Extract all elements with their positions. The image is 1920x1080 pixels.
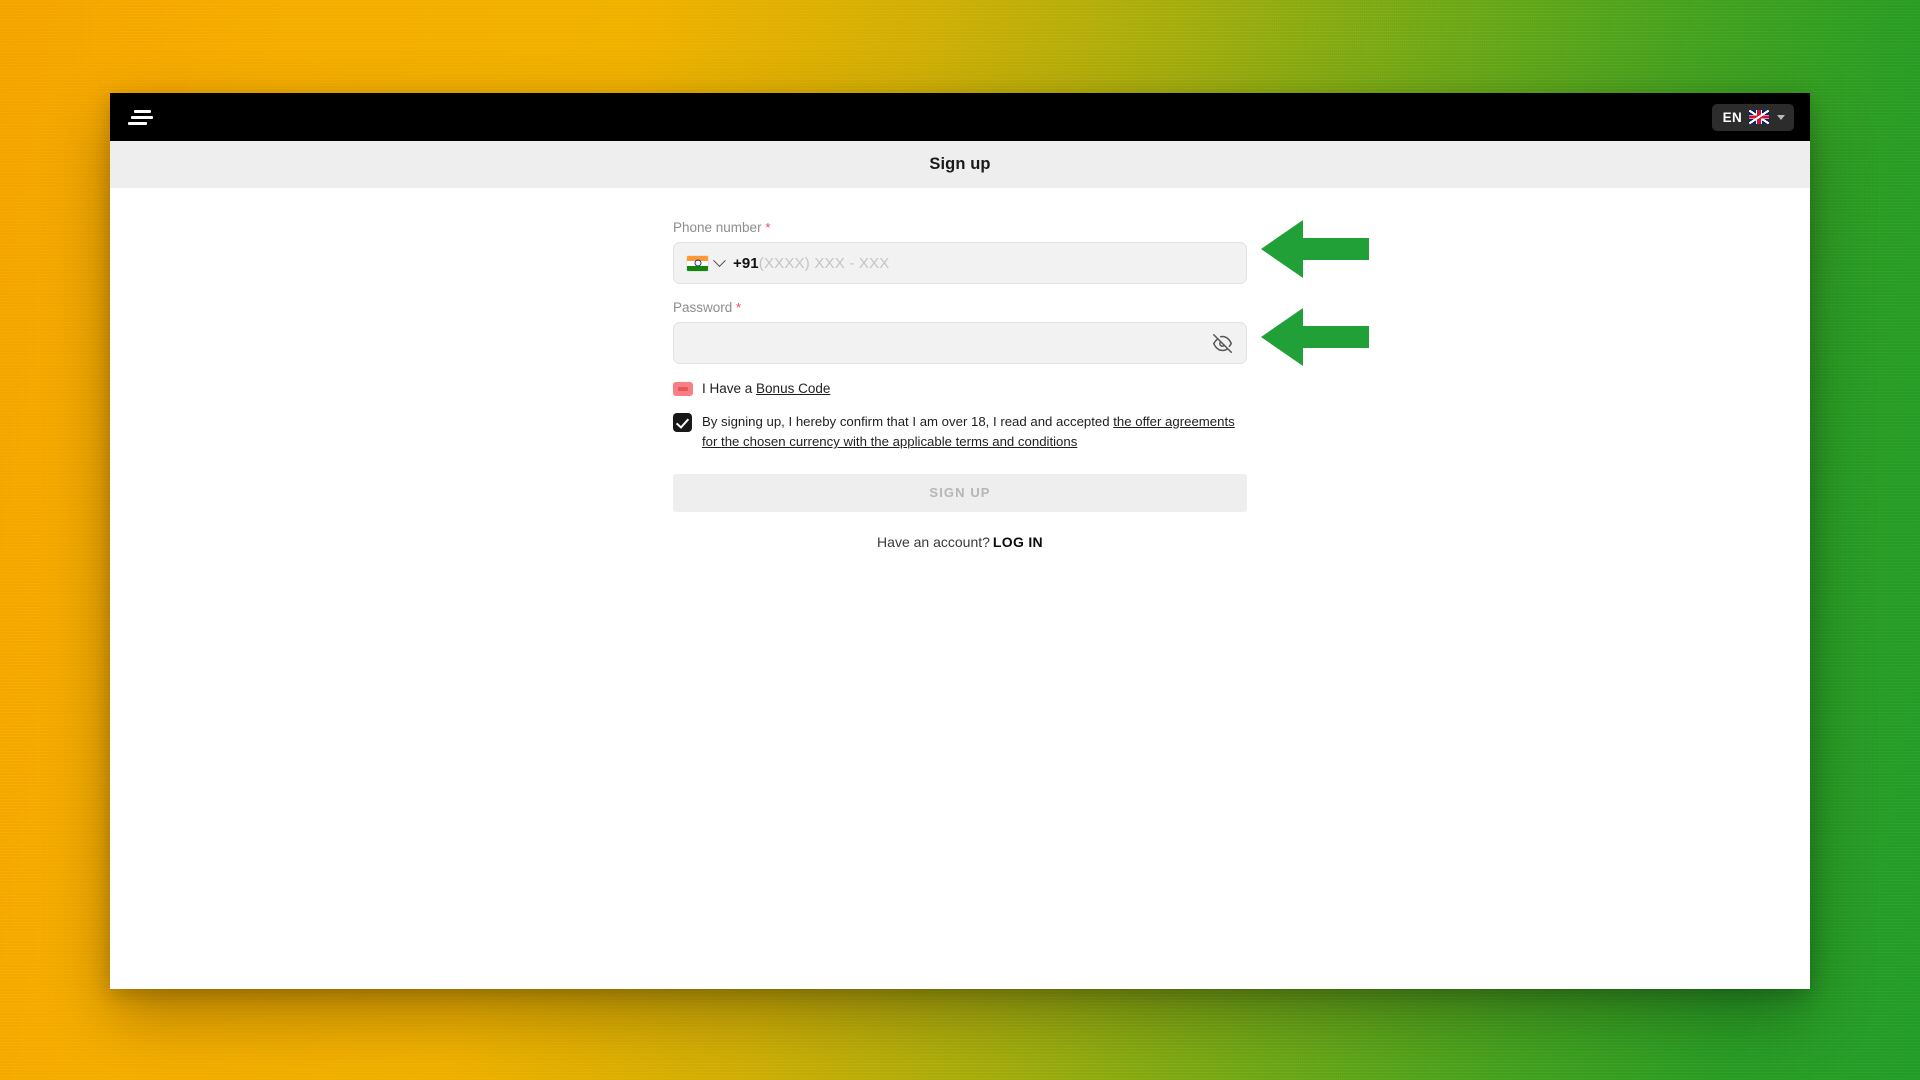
top-toolbar: EN <box>110 93 1810 141</box>
terms-text: By signing up, I hereby confirm that I a… <box>702 412 1247 453</box>
signup-button[interactable]: SIGN UP <box>673 473 1247 512</box>
password-label-text: Password <box>673 300 733 315</box>
hamburger-bar-3 <box>128 121 147 125</box>
phone-number-label-text: Phone number <box>673 220 762 235</box>
phone-number-field-block: Phone number * +91 (XXXX) XXX - XXX <box>673 220 1247 284</box>
eye-off-icon[interactable] <box>1212 333 1233 354</box>
phone-required-asterisk: * <box>765 220 771 235</box>
country-chevron-down-icon[interactable] <box>713 253 726 267</box>
dial-code: +91 <box>733 254 759 272</box>
terms-row: By signing up, I hereby confirm that I a… <box>673 412 1247 453</box>
login-link[interactable]: LOG IN <box>993 534 1043 550</box>
phone-number-label: Phone number * <box>673 220 1247 235</box>
password-label: Password * <box>673 300 1247 315</box>
page-title-bar: Sign up <box>110 141 1810 188</box>
bonus-code-text: I Have a Bonus Code <box>702 381 830 396</box>
desktop-backdrop: EN Sign up Phone number * +91 (XXXX) XXX… <box>0 0 1920 1080</box>
language-code: EN <box>1722 109 1742 125</box>
phone-number-placeholder: (XXXX) XXX - XXX <box>758 254 890 272</box>
hamburger-menu-icon[interactable] <box>128 108 154 126</box>
bonus-code-link[interactable]: Bonus Code <box>756 381 830 396</box>
phone-number-input[interactable]: +91 (XXXX) XXX - XXX <box>673 242 1247 284</box>
password-input[interactable] <box>673 322 1247 364</box>
hamburger-bar-1 <box>134 109 151 113</box>
browser-window: EN Sign up Phone number * +91 (XXXX) XXX… <box>110 93 1810 989</box>
login-prompt-text: Have an account? <box>877 533 990 550</box>
uk-flag-red-cross <box>1749 110 1769 124</box>
india-flag-icon <box>687 255 708 271</box>
language-selector[interactable]: EN <box>1711 103 1794 131</box>
bonus-code-row[interactable]: I Have a Bonus Code <box>673 381 1247 396</box>
bonus-code-prefix: I Have a <box>702 381 753 396</box>
password-required-asterisk: * <box>736 300 742 315</box>
terms-text-prefix: By signing up, I hereby confirm that I a… <box>702 414 1110 429</box>
uk-flag-icon <box>1749 110 1769 124</box>
page-content: Phone number * +91 (XXXX) XXX - XXX Pass… <box>110 188 1810 989</box>
ticket-icon[interactable] <box>673 381 693 396</box>
hamburger-bar-2 <box>131 115 153 119</box>
page-title: Sign up <box>929 155 991 173</box>
chevron-down-icon <box>1777 114 1785 120</box>
login-prompt-row: Have an account? LOG IN <box>673 534 1247 550</box>
terms-checkbox[interactable] <box>673 413 692 432</box>
signup-form: Phone number * +91 (XXXX) XXX - XXX Pass… <box>673 188 1247 550</box>
password-field-block: Password * <box>673 300 1247 364</box>
